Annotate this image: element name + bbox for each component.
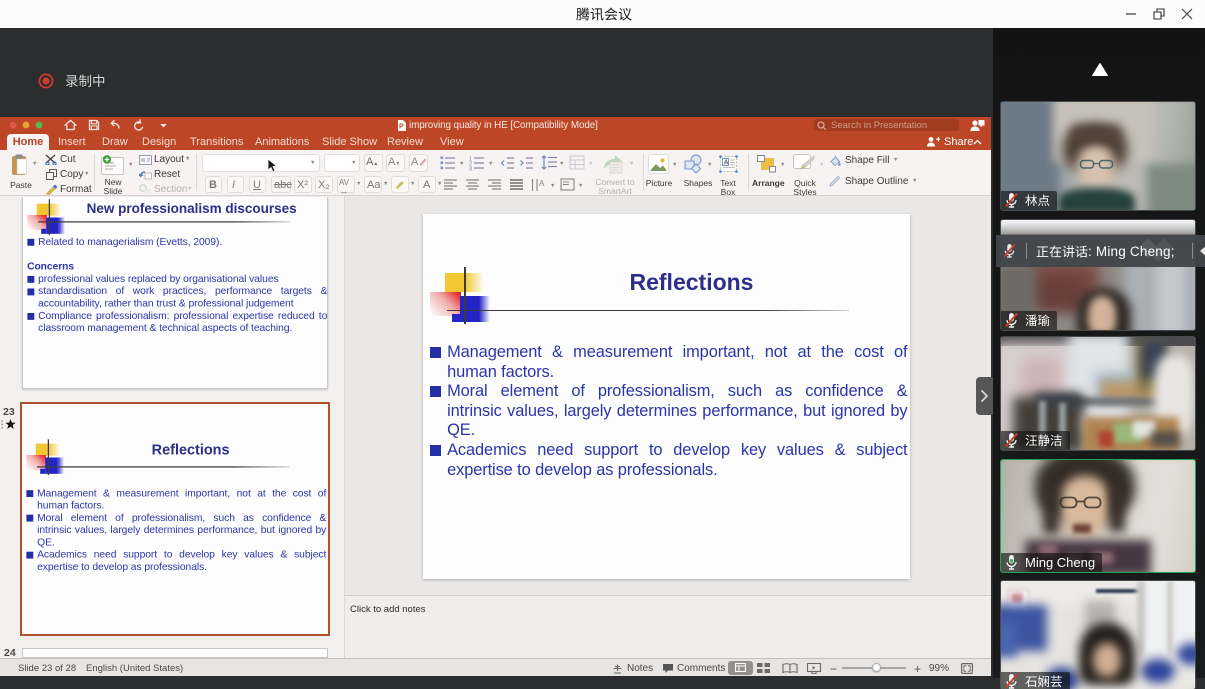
svg-text:3: 3 xyxy=(469,167,472,172)
svg-text:A: A xyxy=(539,179,545,188)
svg-text:P: P xyxy=(399,123,404,130)
svg-text:A: A xyxy=(724,160,729,167)
